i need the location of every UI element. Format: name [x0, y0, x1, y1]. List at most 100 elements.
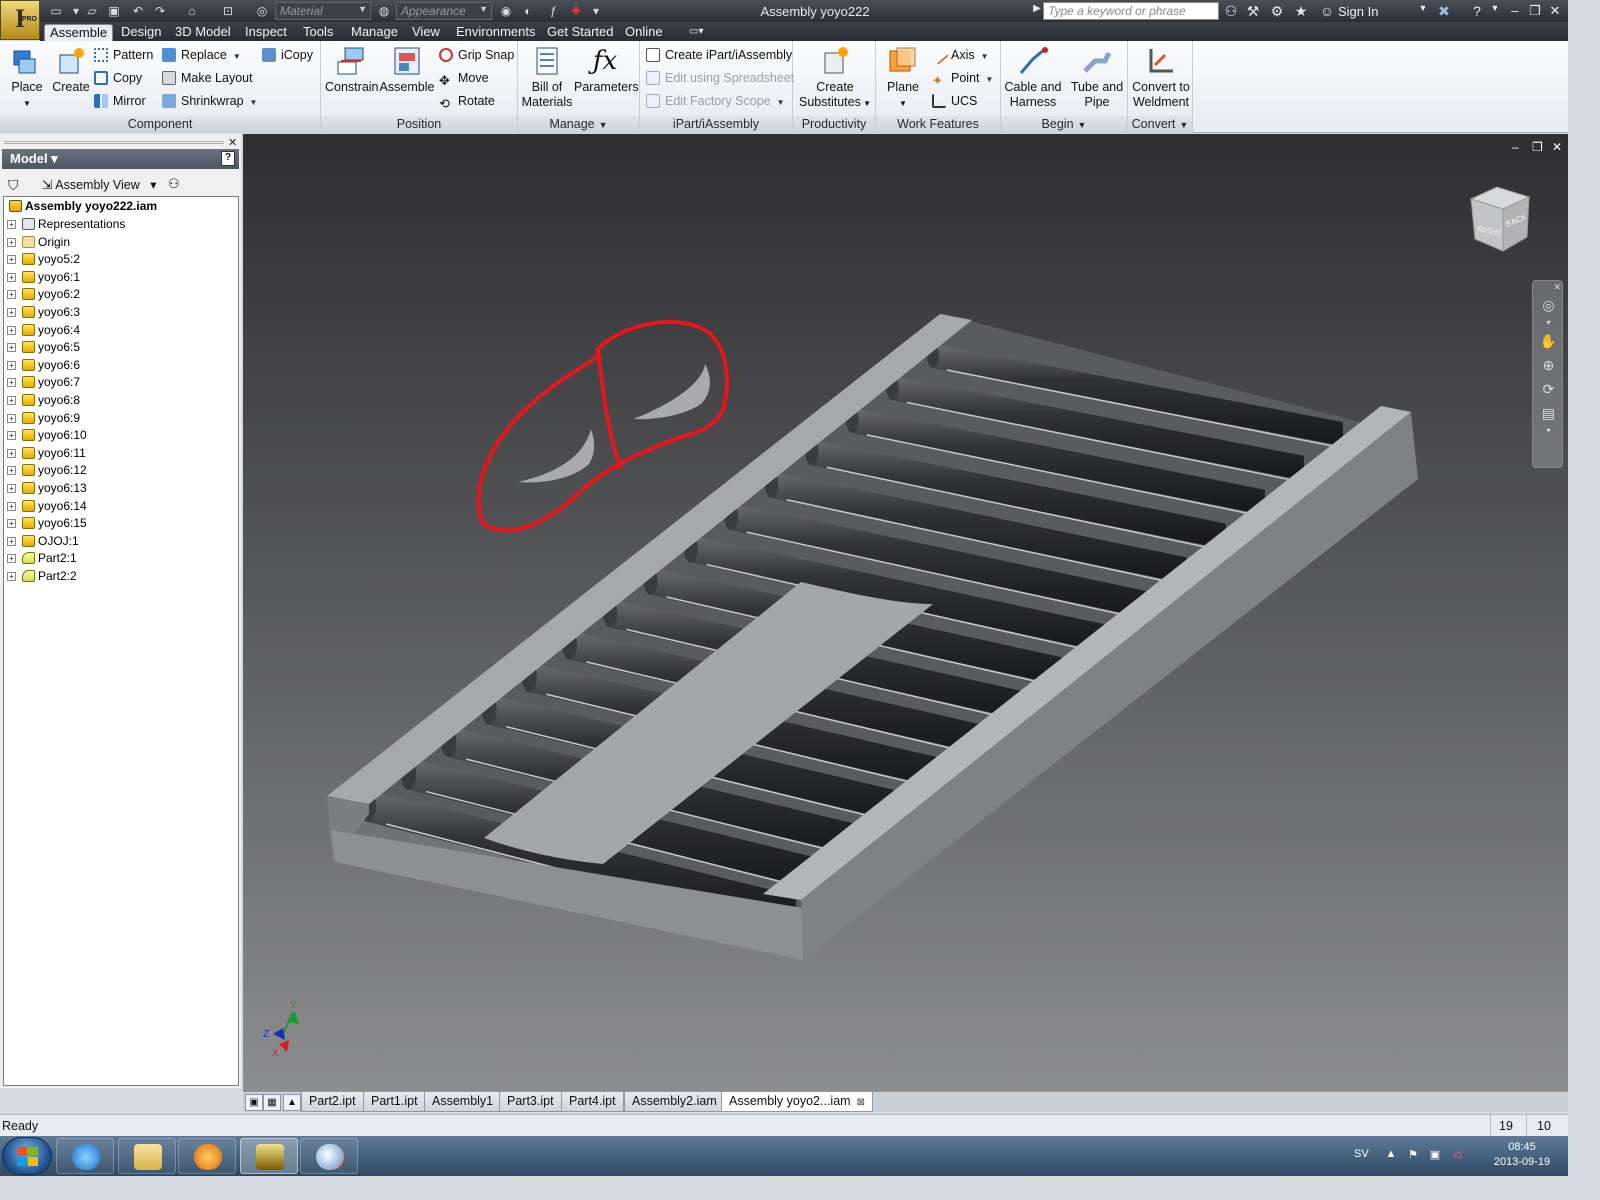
network-icon[interactable]: ▣	[1428, 1148, 1442, 1162]
convert-panel-title[interactable]: Convert ▼	[1128, 116, 1192, 133]
tree-node[interactable]: + Part2:1	[7, 551, 77, 568]
adjust-icon[interactable]: ◉	[498, 3, 514, 19]
tree-node[interactable]: + yoyo6:1	[7, 270, 80, 287]
assemble-button[interactable]: Assemble	[379, 45, 435, 95]
doc-tab-part4[interactable]: Part4.ipt	[561, 1092, 624, 1112]
taskbar-inventor[interactable]	[240, 1138, 298, 1174]
help-icon[interactable]: ?	[1468, 3, 1486, 19]
tree-node[interactable]: + yoyo6:9	[7, 411, 80, 428]
new-icon[interactable]: ▭	[48, 3, 64, 19]
expand-icon[interactable]: +	[7, 554, 16, 564]
doc-menu-icon[interactable]: ▲	[283, 1094, 301, 1111]
expand-icon[interactable]: +	[7, 272, 16, 282]
expand-icon[interactable]: +	[7, 378, 16, 388]
parameters-button[interactable]: ƒx Parameters	[574, 45, 639, 95]
tree-node[interactable]: + yoyo6:2	[7, 287, 80, 304]
rotate-button[interactable]: ⟲ Rotate	[439, 92, 495, 112]
expand-icon[interactable]: +	[7, 308, 16, 317]
expand-icon[interactable]: +	[7, 466, 16, 476]
taskbar-internet-explorer[interactable]	[56, 1138, 114, 1174]
language-indicator[interactable]: SV	[1354, 1148, 1369, 1160]
expand-icon[interactable]: +	[7, 220, 16, 229]
redo-icon[interactable]: ↷	[152, 3, 168, 19]
expand-icon[interactable]: +	[7, 396, 16, 405]
tab-assemble[interactable]: Assemble	[44, 24, 114, 41]
doc-tab-assembly-yoyo222[interactable]: Assembly yoyo2...iam ⊠	[721, 1092, 873, 1112]
find-icon[interactable]: ⚇	[168, 176, 180, 192]
expand-icon[interactable]: +	[7, 519, 16, 529]
shrinkwrap-button[interactable]: Shrinkwrap ▼	[162, 92, 257, 112]
icopy-button[interactable]: iCopy	[262, 46, 313, 66]
application-menu-button[interactable]: I PRO	[0, 0, 40, 40]
maximize-button[interactable]: ❐	[1524, 2, 1546, 20]
update-icon[interactable]: ⌂	[184, 3, 200, 19]
expand-icon[interactable]: +	[7, 343, 16, 353]
navbar-close-icon[interactable]: ✕	[1533, 281, 1564, 293]
expand-icon[interactable]: +	[7, 325, 16, 335]
tools-icon[interactable]: ⚒	[1244, 3, 1262, 20]
new-dropdown-icon[interactable]: ▾	[68, 3, 84, 19]
tab-3d-model[interactable]: 3D Model	[170, 24, 236, 41]
pan-icon[interactable]: ✋	[1533, 329, 1564, 353]
favorites-icon[interactable]: ★	[1292, 3, 1310, 20]
tree-node[interactable]: + yoyo6:8	[7, 393, 80, 410]
tree-node[interactable]: + OJOJ:1	[7, 534, 79, 551]
appearance-combo[interactable]: Appearance ▼	[396, 2, 492, 20]
doc-tab-assembly1[interactable]: Assembly1	[424, 1092, 502, 1112]
bill-of-materials-button[interactable]: Bill of Materials	[520, 45, 574, 110]
expand-icon[interactable]: +	[7, 255, 16, 265]
tree-node[interactable]: + yoyo6:14	[7, 499, 87, 516]
close-button[interactable]: ✕	[1544, 2, 1566, 20]
plane-button[interactable]: Plane ▼	[880, 45, 926, 111]
tab-get-started[interactable]: Get Started	[542, 24, 618, 41]
select-icon[interactable]: ⊡	[220, 3, 236, 19]
fx-icon[interactable]: ƒ	[545, 3, 561, 19]
taskbar-paint[interactable]	[300, 1138, 358, 1174]
create-substitutes-button[interactable]: Create Substitutes ▼	[797, 45, 873, 111]
search-input[interactable]: Type a keyword or phrase	[1043, 2, 1219, 20]
subscription-icon[interactable]: ⚙	[1268, 3, 1286, 20]
binoculars-icon[interactable]: ⚇	[1222, 3, 1240, 20]
doc-tab-close-icon[interactable]: ⊠	[857, 1097, 865, 1108]
tab-design[interactable]: Design	[116, 24, 166, 41]
tree-root[interactable]: Assembly yoyo222.iam	[9, 199, 157, 216]
begin-panel-title[interactable]: Begin ▼	[1001, 116, 1127, 133]
expand-icon[interactable]: +	[7, 572, 16, 581]
browser-help-icon[interactable]: ?	[221, 151, 235, 166]
tree-node[interactable]: + yoyo6:11	[7, 446, 86, 463]
tree-node[interactable]: + yoyo6:5	[7, 340, 80, 357]
look-at-icon[interactable]: ▤	[1533, 401, 1564, 425]
save-icon[interactable]: ▣	[106, 3, 122, 19]
create-button[interactable]: Create	[50, 45, 92, 95]
tree-node[interactable]: + yoyo5:2	[7, 252, 80, 269]
start-button[interactable]	[2, 1137, 52, 1175]
plus-icon[interactable]: ✚	[568, 3, 584, 19]
sign-in-dropdown-icon[interactable]: ▼	[1414, 3, 1432, 13]
clear-appearance-icon[interactable]: ◐	[520, 3, 536, 19]
doc-tab-part1[interactable]: Part1.ipt	[363, 1092, 426, 1112]
create-ipart-button[interactable]: Create iPart/iAssembly	[646, 46, 792, 66]
expand-icon[interactable]: +	[7, 237, 16, 247]
volume-icon[interactable]: ◁	[1450, 1148, 1464, 1162]
tree-node[interactable]: + yoyo6:4	[7, 323, 80, 340]
customize-icon[interactable]: ▾	[588, 3, 604, 19]
axis-button[interactable]: Axis ▼	[929, 45, 989, 66]
expand-icon[interactable]: +	[7, 484, 16, 493]
tree-node[interactable]: + yoyo6:3	[7, 305, 80, 322]
convert-weldment-button[interactable]: Convert to Weldment	[1130, 45, 1192, 110]
tab-inspect[interactable]: Inspect	[240, 24, 292, 41]
expand-icon[interactable]: +	[7, 290, 16, 300]
undo-icon[interactable]: ↶	[130, 3, 146, 19]
navbar-options-icon[interactable]: ▾	[1533, 425, 1564, 437]
tab-manage[interactable]: Manage	[346, 24, 403, 41]
expand-icon[interactable]: +	[7, 431, 16, 441]
mirror-button[interactable]: Mirror	[94, 92, 146, 112]
tree-node[interactable]: + Origin	[7, 235, 70, 252]
zoom-icon[interactable]: ⊕	[1533, 353, 1564, 377]
doc-tab-assembly2[interactable]: Assembly2.iam	[624, 1092, 725, 1112]
tree-node[interactable]: + yoyo6:13	[7, 481, 87, 498]
tree-node[interactable]: + yoyo6:6	[7, 358, 80, 375]
replace-button[interactable]: Replace ▼	[162, 46, 241, 66]
tab-tools[interactable]: Tools	[298, 24, 338, 41]
expand-icon[interactable]: +	[7, 536, 16, 546]
